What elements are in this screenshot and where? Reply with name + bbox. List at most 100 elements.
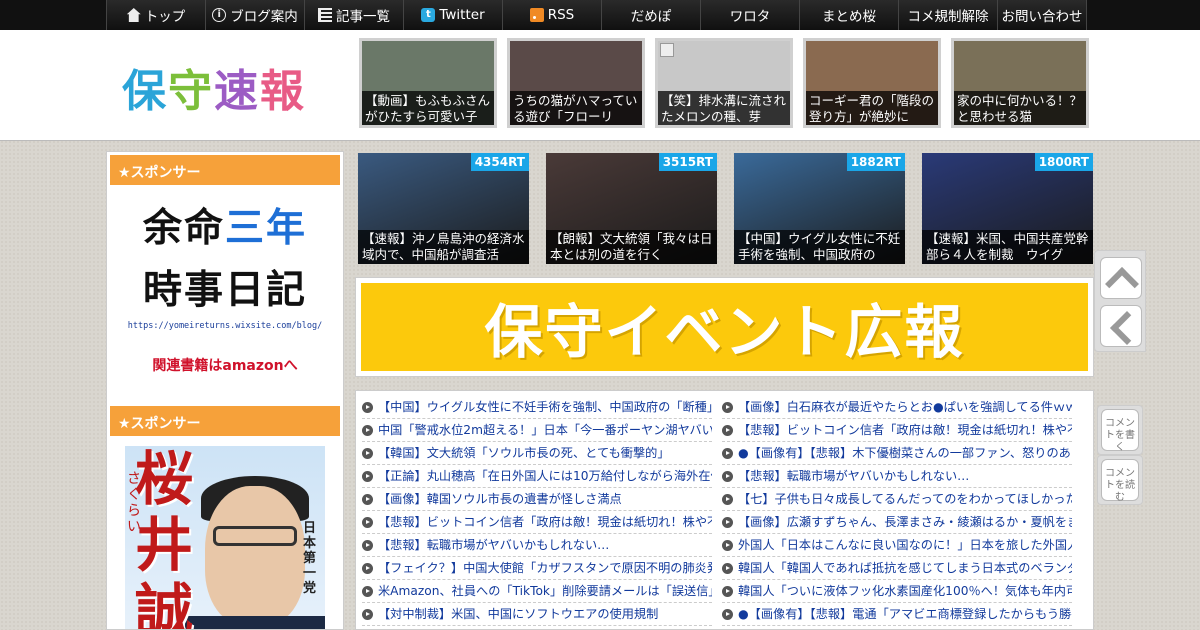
nav-item-label: お問い合わせ [1001,9,1083,25]
nav-item[interactable]: コメ規制解除 [898,0,997,30]
nav-item[interactable]: RSS [502,0,601,30]
headline-link[interactable]: 外国人「日本はこんなに良い国なのに！」日本を旅した外国人 [722,534,1072,557]
scroll-top-button[interactable] [1100,257,1142,299]
back-button[interactable] [1100,305,1142,347]
headline-text: 【悲報】ビットコイン信者「政府は敵！現金は紙切れ！株や不 [738,423,1072,437]
play-bullet-icon [362,585,373,597]
headline-text: 【画像】広瀬すずちゃん、長澤まさみ・綾瀬はるか・夏帆をま [738,515,1072,529]
nav-item[interactable]: お問い合わせ [997,0,1087,30]
nav-item[interactable]: トップ [106,0,205,30]
headline-text: 【フェイク？】中国大使館「カザフスタンで原因不明の肺炎発 [378,561,712,575]
twitter-icon: t [421,8,436,22]
headline-text: ●【画像有】【悲報】電通「アマビエ商標登録したからもう勝手 [738,607,1072,621]
headline-text: 【正論】丸山穂高「在日外国人には10万給付しながら海外在住 [378,469,712,483]
event-banner[interactable]: 保守イベント広報 [355,277,1094,377]
headline-link[interactable]: 【画像】韓国ソウル市長の遺書が怪しさ満点 [362,488,712,511]
logo-char: 報 [260,66,306,117]
play-bullet-icon [722,493,733,505]
ad-name: 桜井誠 [135,446,194,630]
comment-write-label: コメントを書く [1101,409,1139,453]
headline-link[interactable]: 【悲報】ビットコイン信者「政府は敵！現金は紙切れ！株や不 [362,511,712,534]
headline-link[interactable]: 韓国人「韓国人であれば抵抗を感じてしまう日本式のベランダ [722,557,1072,580]
headline-link[interactable]: 【韓国】文大統領「ソウル市長の死、とても衝撃的」 [362,442,712,465]
play-bullet-icon [722,447,733,459]
headline-link[interactable]: ●【画像有】【悲報】電通「アマビエ商標登録したからもう勝手 [722,603,1072,626]
play-bullet-icon [362,539,373,551]
nav-item[interactable]: ワロタ [700,0,799,30]
headline-link[interactable]: 【画像】広瀬すずちゃん、長澤まさみ・綾瀬はるか・夏帆をま [722,511,1072,534]
amazon-link[interactable]: 関連書籍はamazonへ [107,355,343,375]
site-logo[interactable]: 保守速報 [122,55,306,119]
nav-item-label: 記事一覧 [336,9,390,25]
ad-url: https://yomeireturns.wixsite.com/blog/ [127,321,323,331]
headline-link[interactable]: 【フェイク？】中国大使館「カザフスタンで原因不明の肺炎発 [362,557,712,580]
play-bullet-icon [362,608,373,620]
nav-item[interactable]: まとめ桜 [799,0,898,30]
header-thumbnail[interactable]: 【動画】もふもふさんがひたすら可愛い子 [359,38,497,128]
headline-link[interactable]: 【画像】白石麻衣が最近やたらとお●ぱいを強調してる件ｗｗｗ [722,396,1072,419]
ad-title-line2: 時事日記 [142,268,307,313]
sponsor-ad-sakurai[interactable]: さくらい 桜井誠 日本第一党 [125,446,325,630]
trending-article[interactable]: 1882RT 【中国】ウイグル女性に不妊手術を強制、中国政府の [734,153,905,264]
nav-item-label: ワロタ [729,9,771,25]
portrait-face [205,486,305,626]
trending-caption: 【速報】沖ノ鳥島沖の経済水域内で、中国船が調査活 [358,230,529,264]
play-bullet-icon [722,539,733,551]
trending-article[interactable]: 3515RT 【朗報】文大統領「我々は日本とは別の道を行く [546,153,717,264]
headline-link[interactable]: 【悲報】ビットコイン信者「政府は敵！現金は紙切れ！株や不 [722,419,1072,442]
nav-item[interactable]: t Twitter [403,0,502,30]
header-thumbnail[interactable]: うちの猫がハマっている遊び「フローリ [507,38,645,128]
nav-item[interactable]: i ブログ案内 [205,0,304,30]
retweet-count-badge: 4354RT [470,153,529,171]
ad-title-part: 余命 [142,206,225,251]
nav-items: トップ i ブログ案内 記事一覧 t Twitter RSS だめぽ ワロタ まとめ桜 コメ規制解除… [106,0,1087,30]
sponsor-ad-yomei[interactable]: 余命三年 時事日記 https://yomeireturns.wixsite.c… [107,185,343,403]
headline-text: 【画像】韓国ソウル市長の遺書が怪しさ満点 [378,492,622,506]
ad-party: 日本第一党 [303,521,317,596]
site-header: 保守速報 【動画】もふもふさんがひたすら可愛い子 うちの猫がハマっている遊び「フロ… [0,30,1200,141]
play-bullet-icon [722,516,733,528]
comment-read-button[interactable]: コメントを読む [1097,455,1143,505]
header-thumbnail[interactable]: コーギー君の「階段の登り方」が絶妙に [803,38,941,128]
thumbnail-caption: うちの猫がハマっている遊び「フローリ [510,91,642,125]
trending-article[interactable]: 4354RT 【速報】沖ノ鳥島沖の経済水域内で、中国船が調査活 [358,153,529,264]
ad-title-line1: 余命三年 [107,197,343,253]
trending-caption: 【中国】ウイグル女性に不妊手術を強制、中国政府の [734,230,905,264]
header-thumbnail[interactable]: 家の中に何かいる！？と思わせる猫 [951,38,1089,128]
play-bullet-icon [362,424,373,436]
headline-text: 【悲報】ビットコイン信者「政府は敵！現金は紙切れ！株や不 [378,515,712,529]
sponsor-heading: ★スポンサー [110,406,340,436]
comment-write-button[interactable]: コメントを書く [1097,405,1143,455]
play-bullet-icon [722,401,733,413]
rss-icon [529,8,544,22]
headline-text: 【韓国】文大統領「ソウル市長の死、とても衝撃的」 [378,446,670,460]
headline-link[interactable]: 米Amazon、社員への「TikTok」削除要請メールは「誤送信」 [362,580,712,603]
headline-link[interactable]: 韓国人「ついに液体フッ化水素国産化100％へ！気体も年内可能 [722,580,1072,603]
thumbnail-caption: 【動画】もふもふさんがひたすら可愛い子 [362,91,494,125]
headline-link[interactable]: 【正論】丸山穂高「在日外国人には10万給付しながら海外在住 [362,465,712,488]
nav-item-label: ブログ案内 [230,9,298,25]
headline-link[interactable]: 【七】子供も日々成長してるんだってのをわかってほしかった [722,488,1072,511]
headline-link[interactable]: ●【画像有】【悲報】木下優樹菜さんの一部ファン、怒りのあま [722,442,1072,465]
headline-link[interactable]: 【悲報】転職市場がヤバいかもしれない… [722,465,1072,488]
trending-caption: 【速報】米国、中国共産党幹部ら４人を制裁 ウイグ [922,230,1093,264]
headline-text: 【悲報】転職市場がヤバいかもしれない… [378,538,610,552]
headline-text: 【対中制裁】米国、中国にソフトウエアの使用規制 [378,607,659,621]
event-banner-inner: 保守イベント広報 [361,283,1088,371]
trending-article[interactable]: 1800RT 【速報】米国、中国共産党幹部ら４人を制裁 ウイグ [922,153,1093,264]
retweet-count-badge: 3515RT [658,153,717,171]
headline-link[interactable]: 【中国】ウイグル女性に不妊手術を強制、中国政府の「断種」 [362,396,712,419]
nav-item[interactable]: 記事一覧 [304,0,403,30]
list-icon [318,8,332,22]
nav-item-label: だめぽ [630,9,672,25]
play-bullet-icon [722,470,733,482]
header-thumbnail[interactable]: 【笑】排水溝に流されたメロンの種、芽 [655,38,793,128]
nav-item-label: RSS [547,7,575,23]
headline-link[interactable]: 中国「警戒水位2m超える！」日本「今一番ポーヤン湖ヤバい！ [362,419,712,442]
headline-link[interactable]: 【悲報】転職市場がヤバいかもしれない… [362,534,712,557]
nav-item[interactable]: だめぽ [601,0,700,30]
logo-char: 保 [122,66,168,117]
logo-char: 速 [214,66,260,117]
headline-column-right: 【画像】白石麻衣が最近やたらとお●ぱいを強調してる件ｗｗｗ 【悲報】ビットコイン信… [722,396,1072,626]
headline-link[interactable]: 【対中制裁】米国、中国にソフトウエアの使用規制 [362,603,712,626]
